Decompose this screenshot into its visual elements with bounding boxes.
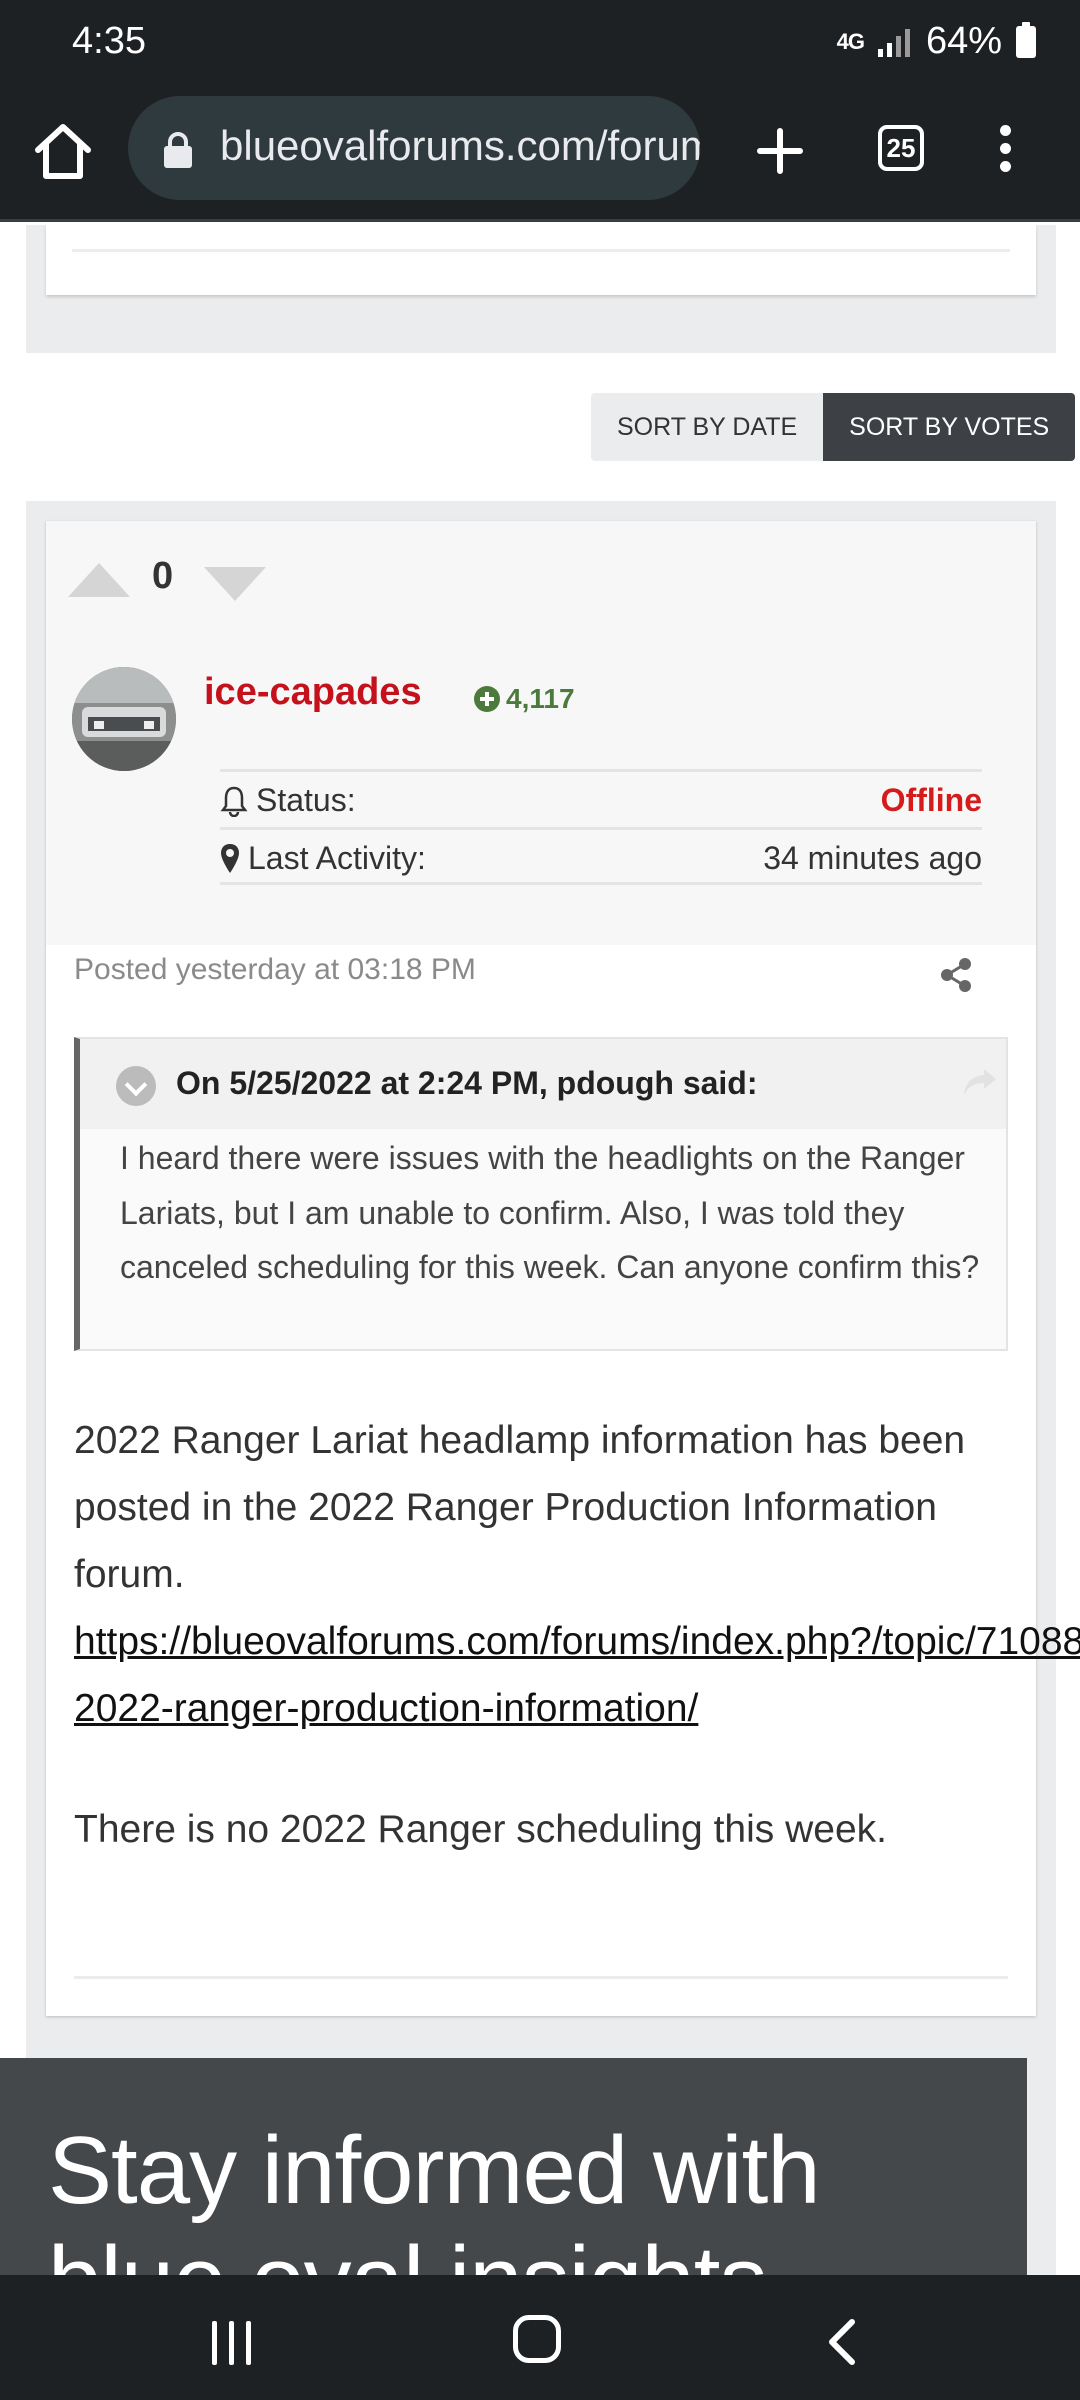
go-to-quoted-post-icon[interactable] — [960, 1065, 1000, 1101]
status-label: Status: — [256, 782, 356, 818]
post-container: 0 ice-capades 4,117 Status: Offline Last… — [26, 501, 1080, 2275]
author-name-link[interactable]: ice-capades — [204, 671, 422, 714]
battery-level: 64% — [925, 20, 1002, 62]
new-tab-icon[interactable] — [750, 121, 810, 181]
recent-apps-icon[interactable] — [208, 2321, 256, 2365]
map-pin-icon — [221, 843, 239, 873]
url-text: blueovalforums.com/forums/index.php — [220, 122, 700, 169]
quote-block: On 5/25/2022 at 2:24 PM, pdough said: I … — [74, 1037, 1008, 1351]
reputation-count: 4,117 — [506, 683, 575, 714]
nav-home-icon[interactable] — [513, 2315, 561, 2363]
downvote-icon[interactable] — [204, 567, 266, 601]
status-time: 4:35 — [72, 20, 146, 62]
plus-circle-icon — [474, 686, 500, 712]
post-body-text: 2022 Ranger Lariat headlamp information … — [74, 1419, 966, 1596]
post-date[interactable]: Posted yesterday at 03:18 PM — [74, 953, 476, 987]
browser-toolbar: blueovalforums.com/forums/index.php 25 — [0, 86, 1080, 222]
promo-line-1: Stay informed with — [48, 2117, 821, 2224]
production-info-link[interactable]: https://blueovalforums.com/forums/index.… — [74, 1620, 1080, 1730]
quote-header: On 5/25/2022 at 2:24 PM, pdough said: — [80, 1039, 1006, 1129]
last-activity-row: Last Activity: 34 minutes ago — [220, 827, 982, 885]
signal-icon — [877, 28, 910, 57]
vote-count: 0 — [152, 555, 174, 597]
post-paragraph: 2022 Ranger Lariat headlamp information … — [74, 1407, 1080, 1742]
sort-controls: SORT BY DATE SORT BY VOTES — [591, 393, 1076, 461]
status-value: Offline — [880, 782, 982, 818]
promo-line-2: blue oval insights — [48, 2226, 820, 2275]
battery-icon — [1016, 21, 1036, 58]
lock-icon — [164, 132, 192, 168]
last-activity-value: 34 minutes ago — [763, 840, 982, 876]
chevron-down-icon[interactable] — [116, 1066, 156, 1106]
sort-by-date-button[interactable]: SORT BY DATE — [591, 393, 824, 461]
quote-citation: On 5/25/2022 at 2:24 PM, pdough said: — [176, 1065, 758, 1101]
previous-post-card — [46, 225, 1036, 295]
status-indicators: 4G 64% — [837, 20, 1036, 63]
tab-switcher-button[interactable]: 25 — [878, 125, 924, 171]
quote-text: I heard there were issues with the headl… — [120, 1140, 980, 1285]
promo-title: Stay informed with blue oval insights — [48, 2116, 821, 2275]
post-paragraph-2: There is no 2022 Ranger scheduling this … — [74, 1808, 887, 1851]
back-icon[interactable] — [822, 2317, 862, 2367]
last-activity-label-group: Last Activity: — [220, 840, 426, 877]
share-icon[interactable] — [938, 957, 974, 993]
bell-icon — [220, 786, 248, 817]
address-bar[interactable]: blueovalforums.com/forums/index.php — [128, 96, 700, 200]
status-label-group: Status: — [220, 782, 356, 819]
sort-by-votes-button[interactable]: SORT BY VOTES — [823, 393, 1076, 461]
promo-banner: Stay informed with blue oval insights — [0, 2058, 1027, 2275]
post-body: 2022 Ranger Lariat headlamp information … — [74, 1407, 1080, 1863]
upvote-icon[interactable] — [68, 563, 130, 597]
network-type: 4G — [836, 28, 865, 54]
post-author-panel: 0 ice-capades 4,117 Status: Offline Last… — [46, 521, 1036, 945]
status-bar: 4:35 4G 64% — [0, 0, 1080, 86]
page-content: SORT BY DATE SORT BY VOTES 0 ice-capades… — [0, 225, 1080, 2275]
previous-post-container — [26, 225, 1056, 353]
home-icon[interactable] — [30, 118, 96, 184]
avatar[interactable] — [72, 667, 176, 771]
avatar-car-image — [72, 667, 176, 771]
reputation-badge: 4,117 — [474, 683, 575, 715]
last-activity-label: Last Activity: — [248, 840, 426, 876]
forum-post: 0 ice-capades 4,117 Status: Offline Last… — [46, 521, 1080, 2016]
status-row: Status: Offline — [220, 769, 982, 827]
divider — [74, 1976, 1008, 1979]
overflow-menu-icon[interactable] — [990, 122, 1020, 178]
system-nav-bar — [0, 2275, 1080, 2400]
